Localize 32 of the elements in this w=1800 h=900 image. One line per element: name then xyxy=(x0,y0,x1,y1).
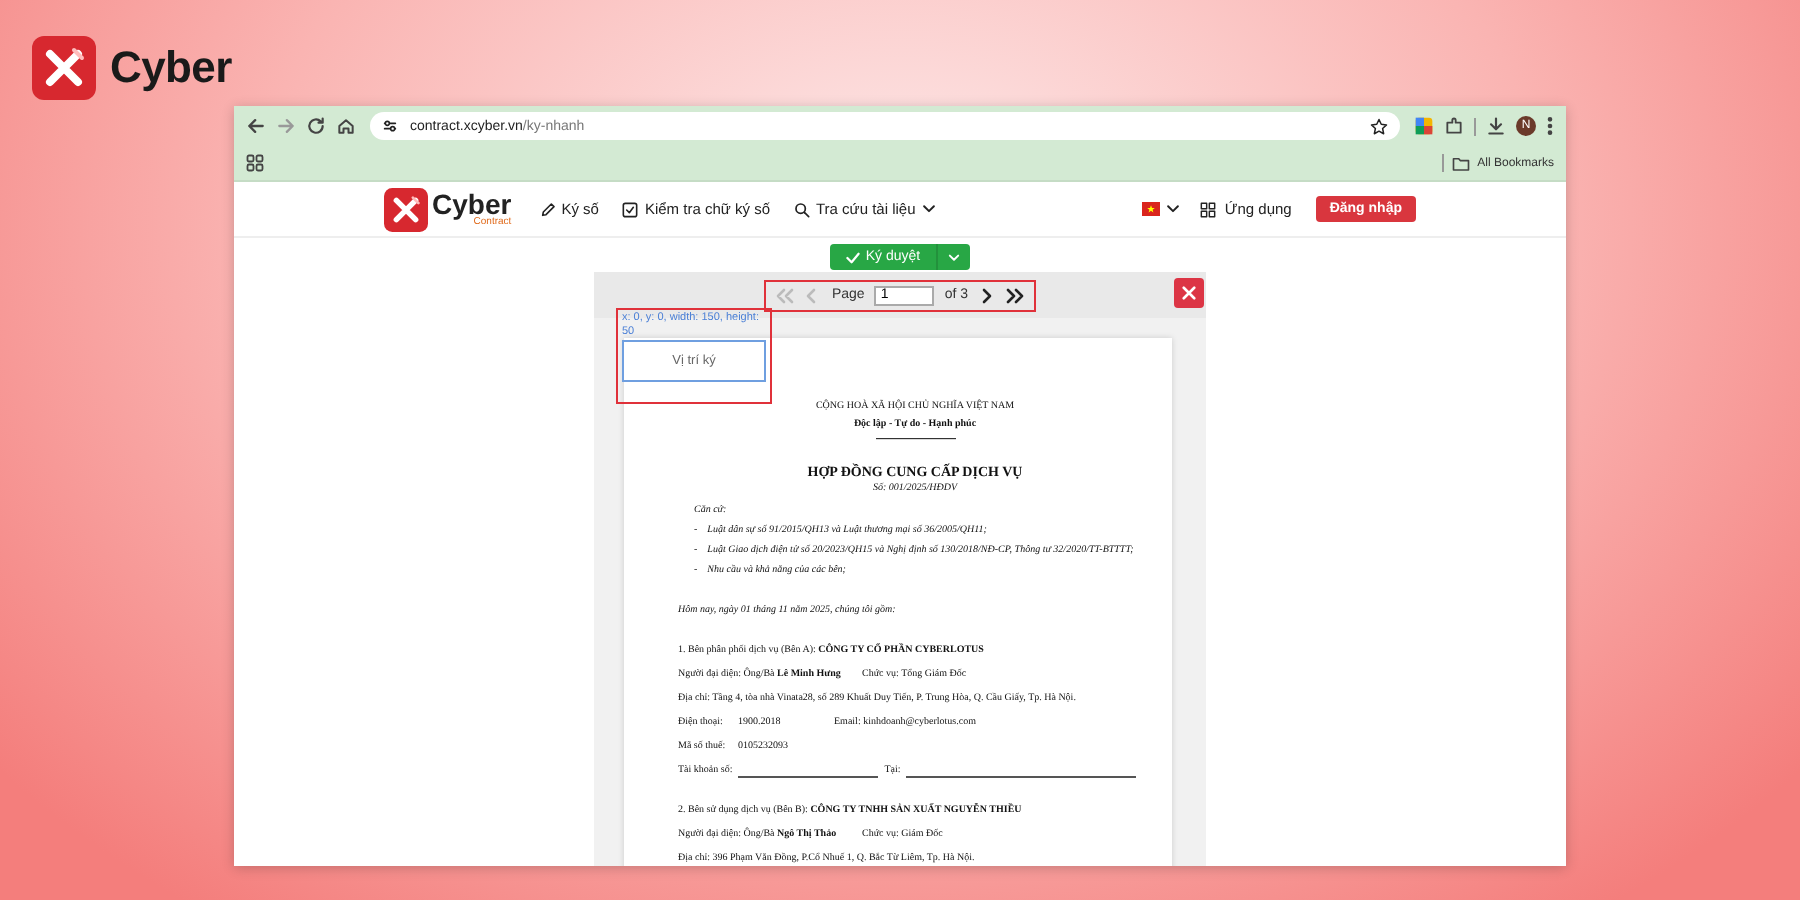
reload-icon[interactable] xyxy=(306,116,326,136)
flag-icon[interactable] xyxy=(1142,202,1161,216)
chevron-down-icon[interactable] xyxy=(1166,204,1181,214)
menu-icon[interactable] xyxy=(1546,116,1554,136)
logo-icon xyxy=(32,35,96,99)
folder-icon xyxy=(1451,155,1470,171)
pager-next-button[interactable] xyxy=(978,287,997,303)
search-icon xyxy=(794,201,810,217)
site-settings-icon[interactable] xyxy=(382,118,398,134)
close-icon xyxy=(1182,286,1196,300)
chevron-down-icon xyxy=(921,204,936,214)
double-chevron-icon xyxy=(1006,287,1025,303)
brand-name: Cyber xyxy=(110,41,232,93)
pencil-icon xyxy=(539,201,556,217)
checkbox-icon xyxy=(622,201,639,217)
grid-icon xyxy=(1200,201,1217,217)
back-icon[interactable] xyxy=(246,116,266,136)
download-icon[interactable] xyxy=(1486,116,1506,136)
logo-text: Cyber xyxy=(432,190,512,218)
apps-grid-icon[interactable] xyxy=(246,154,264,172)
approve-dropdown-button[interactable] xyxy=(936,244,971,270)
close-button[interactable] xyxy=(1174,278,1204,308)
pager-last-button[interactable] xyxy=(1006,287,1025,303)
logo-icon xyxy=(384,187,428,231)
chevron-icon xyxy=(978,287,997,303)
extensions-icon[interactable] xyxy=(1444,116,1464,136)
checkmark-icon xyxy=(845,251,860,263)
star-icon[interactable] xyxy=(1370,117,1388,135)
chevron-down-icon xyxy=(948,253,961,261)
color-palette-icon[interactable] xyxy=(1414,116,1434,136)
double-chevron-icon xyxy=(775,287,794,303)
home-icon[interactable] xyxy=(336,116,356,136)
